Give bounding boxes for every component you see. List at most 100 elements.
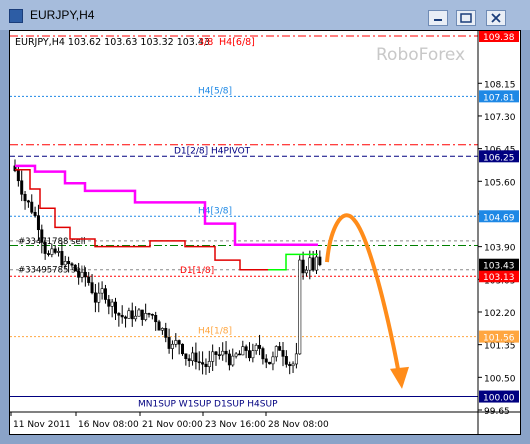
candle-body bbox=[100, 288, 104, 294]
level-label: MN1SUP W1SUP D1SUP H4SUP bbox=[138, 400, 278, 410]
price-tag-label: 100.00 bbox=[483, 394, 515, 404]
candle-body bbox=[33, 211, 37, 216]
candle-body bbox=[291, 363, 295, 367]
candle-body bbox=[103, 288, 107, 300]
candle-body bbox=[147, 313, 151, 315]
candle-body bbox=[127, 310, 131, 319]
y-tick-label: 99.65 bbox=[484, 407, 510, 417]
candle-body bbox=[40, 229, 44, 243]
x-tick-label: 11 Nov 2011 bbox=[13, 420, 71, 430]
x-tick-label: 16 Nov 08:00 bbox=[78, 420, 139, 430]
candle-body bbox=[87, 276, 91, 283]
candle-body bbox=[134, 315, 138, 320]
candle-body bbox=[114, 301, 118, 314]
candle-body bbox=[93, 292, 97, 303]
level-label: H4[5/8] bbox=[198, 86, 232, 96]
candle-body bbox=[50, 248, 54, 255]
candle-body bbox=[237, 353, 241, 356]
candle-body bbox=[217, 354, 221, 356]
candle-body bbox=[63, 261, 67, 266]
candle-body bbox=[187, 358, 191, 362]
y-tick-label: 107.30 bbox=[484, 113, 516, 123]
candle-body bbox=[46, 253, 50, 255]
candle-body bbox=[120, 314, 124, 318]
candle-body bbox=[26, 200, 30, 203]
candle-body bbox=[83, 271, 87, 278]
candle-body bbox=[174, 340, 178, 345]
candle-body bbox=[207, 361, 211, 368]
level-label: D1[1/8] bbox=[180, 266, 214, 276]
price-tag-label: 103.13 bbox=[483, 273, 515, 283]
window-title: EURJPY,H4 bbox=[30, 8, 95, 22]
candle-body bbox=[201, 362, 205, 365]
price-tag-label: 107.81 bbox=[483, 93, 515, 103]
candle-body bbox=[117, 312, 121, 316]
candle-body bbox=[261, 348, 265, 360]
price-chart[interactable]: H4[5/8] D1[2/8] H4PIVOT H4[3/8] D1[1/8] H4[1… bbox=[9, 30, 521, 435]
x-tick-label: 23 Nov 16:00 bbox=[205, 420, 266, 430]
y-tick-label: 100.50 bbox=[484, 374, 516, 384]
candle-body bbox=[80, 271, 84, 278]
chart-window-icon bbox=[9, 9, 23, 23]
minimize-icon bbox=[434, 19, 442, 21]
candle-body bbox=[204, 363, 208, 368]
magenta-trend-line bbox=[15, 164, 318, 246]
title-bar[interactable]: EURJPY,H4 bbox=[0, 0, 530, 30]
x-tick-label: 21 Nov 00:00 bbox=[142, 420, 203, 430]
candle-body bbox=[248, 350, 252, 359]
candle-body bbox=[278, 346, 282, 351]
candle-body bbox=[294, 353, 298, 365]
candle-body bbox=[124, 316, 128, 319]
candle-body bbox=[110, 301, 114, 307]
candle-body bbox=[137, 309, 141, 317]
candle-body bbox=[227, 353, 231, 366]
candle-body bbox=[211, 351, 215, 362]
candle-body bbox=[73, 264, 77, 272]
candle-body bbox=[167, 337, 171, 349]
candle-body bbox=[53, 248, 57, 253]
candle-body bbox=[77, 270, 81, 278]
y-tick-label: 105.60 bbox=[484, 178, 516, 188]
candle-body bbox=[268, 361, 272, 365]
candle-body bbox=[177, 340, 181, 345]
price-tag-label: 106.25 bbox=[483, 153, 515, 163]
y-tick-label: 108.15 bbox=[484, 80, 516, 90]
candle-body bbox=[170, 343, 174, 349]
candle-body bbox=[164, 328, 168, 338]
candle-body bbox=[244, 346, 248, 351]
level-label: H4[3/8] bbox=[198, 206, 232, 216]
minimize-button[interactable] bbox=[428, 10, 448, 26]
maximize-button[interactable] bbox=[456, 10, 476, 26]
chart-canvas[interactable]: H4[5/8] D1[2/8] H4PIVOT H4[3/8] D1[1/8] H4[1… bbox=[10, 30, 520, 434]
candle-body bbox=[311, 257, 315, 271]
candle-body bbox=[251, 350, 255, 359]
x-tick-label: 28 Nov 08:00 bbox=[268, 420, 329, 430]
current-price-label: 103.43 bbox=[483, 262, 515, 272]
candle-body bbox=[130, 310, 134, 320]
candle-body bbox=[154, 314, 158, 323]
watermark-logo: RoboForex bbox=[376, 45, 465, 65]
candle-body bbox=[281, 350, 285, 357]
candle-body bbox=[318, 256, 322, 266]
chart-header: EURJPY,H4 103.62 103.63 103.32 103.43 bbox=[15, 37, 210, 48]
candle-body bbox=[36, 215, 40, 231]
candle-body bbox=[67, 261, 71, 265]
candle-body bbox=[231, 355, 235, 366]
candle-body bbox=[43, 242, 47, 254]
candle-body bbox=[16, 170, 20, 182]
candle-body bbox=[254, 344, 258, 352]
candle-body bbox=[264, 358, 268, 363]
candle-body bbox=[258, 344, 262, 349]
close-button[interactable] bbox=[486, 10, 506, 26]
candle-body bbox=[284, 356, 288, 365]
candle-body bbox=[181, 343, 185, 355]
candle-body bbox=[57, 251, 61, 253]
level-label: H4[1/8] bbox=[198, 327, 232, 337]
candle-body bbox=[30, 201, 34, 213]
candle-body bbox=[90, 282, 94, 294]
candle-body bbox=[20, 180, 24, 195]
candle-body bbox=[194, 352, 198, 363]
candle-body bbox=[157, 321, 161, 331]
candle-body bbox=[160, 328, 164, 331]
maximize-icon bbox=[460, 13, 472, 23]
